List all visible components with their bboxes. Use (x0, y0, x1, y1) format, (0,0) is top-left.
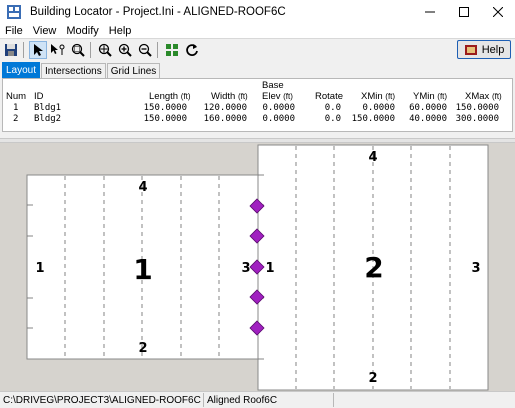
layout-drawing[interactable]: 1 4 2 1 3 2 4 2 1 3 (0, 143, 515, 391)
minimize-button[interactable] (413, 0, 447, 24)
status-view: Aligned Roof6C (204, 393, 334, 407)
title-bar: Building Locator - Project.Ini - ALIGNED… (0, 0, 515, 24)
menu-modify[interactable]: Modify (61, 25, 103, 37)
cell-length[interactable]: 150.0000 (133, 103, 187, 113)
building-2[interactable]: 2 4 2 1 3 (257, 144, 489, 391)
cell-length[interactable]: 150.0000 (133, 114, 187, 124)
building-2-side-left: 1 (265, 261, 274, 276)
cell-elev[interactable]: 0.0000 (255, 114, 295, 124)
building-2-label: 2 (364, 251, 383, 284)
menu-file[interactable]: File (0, 25, 28, 37)
building-table: Num ID Length (ft) Width (ft) Base Elev … (2, 78, 513, 132)
close-icon (493, 7, 503, 17)
maximize-icon (459, 7, 469, 17)
cell-num: 1 (13, 103, 19, 113)
move-pointer-icon (51, 43, 65, 55)
grid-icon (166, 43, 178, 56)
building-1-side-top: 4 (138, 180, 147, 195)
tab-intersections[interactable]: Intersections (41, 63, 106, 78)
header-num: Num (6, 91, 27, 102)
move-tool-button[interactable] (49, 41, 67, 59)
header-xmin: XMin (ft) (361, 91, 396, 102)
building-2-side-right: 3 (471, 261, 480, 276)
menu-bar: File View Modify Help (0, 24, 515, 38)
pan-icon (98, 43, 112, 57)
zoom-out-button[interactable] (136, 41, 154, 59)
zoom-window-icon (71, 43, 85, 57)
app-icon (7, 5, 21, 19)
header-xmax: XMax (ft) (465, 91, 502, 102)
help-label: Help (481, 43, 505, 56)
header-width: Width (ft) (211, 91, 248, 102)
pan-button[interactable] (96, 41, 114, 59)
cell-xmax[interactable]: 150.0000 (449, 103, 499, 113)
toolbar-separator (157, 41, 158, 58)
toolbar-separator (23, 41, 24, 58)
cell-xmax[interactable]: 300.0000 (449, 114, 499, 124)
book-icon (464, 44, 477, 55)
save-icon (5, 43, 17, 56)
zoom-window-button[interactable] (69, 41, 87, 59)
cell-xmin[interactable]: 150.0000 (343, 114, 395, 124)
status-bar: C:\DRIVEG\PROJECT3\ALIGNED-ROOF6C Aligne… (0, 391, 515, 408)
zoom-in-button[interactable] (116, 41, 134, 59)
cell-elev[interactable]: 0.0000 (255, 103, 295, 113)
select-tool-button[interactable] (29, 40, 47, 59)
building-2-side-bottom: 2 (368, 371, 377, 386)
zoom-out-icon (138, 43, 152, 57)
cell-rotate[interactable]: 0.0 (313, 103, 341, 113)
building-1-side-right: 3 (241, 261, 250, 276)
tab-layout[interactable]: Layout (2, 62, 41, 78)
building-1[interactable]: 1 4 2 1 3 (26, 174, 259, 360)
building-2-side-top: 4 (368, 150, 377, 165)
cell-id[interactable]: Bldg1 (34, 103, 61, 113)
cell-xmin[interactable]: 0.0000 (343, 103, 395, 113)
help-button[interactable]: Help (457, 40, 511, 59)
window-title: Building Locator - Project.Ini - ALIGNED… (30, 6, 286, 18)
menu-help[interactable]: Help (104, 25, 137, 37)
tab-strip: Layout Intersections Grid Lines (0, 61, 515, 78)
tab-grid-lines[interactable]: Grid Lines (106, 63, 161, 78)
header-base: Base (262, 80, 284, 91)
cell-rotate[interactable]: 0.0 (313, 114, 341, 124)
cell-ymin[interactable]: 40.0000 (395, 114, 447, 124)
cell-ymin[interactable]: 60.0000 (395, 103, 447, 113)
minimize-icon (425, 11, 435, 13)
header-rotate: Rotate (315, 91, 343, 102)
building-1-side-left: 1 (35, 261, 44, 276)
cell-num: 2 (13, 114, 19, 124)
header-ymin: YMin (ft) (413, 91, 448, 102)
drawing-canvas[interactable]: 1 4 2 1 3 2 4 2 1 3 (0, 143, 515, 391)
save-button[interactable] (2, 41, 20, 59)
cell-id[interactable]: Bldg2 (34, 114, 61, 124)
close-button[interactable] (481, 0, 515, 24)
building-1-label: 1 (133, 253, 152, 286)
building-1-side-bottom: 2 (138, 341, 147, 356)
status-path: C:\DRIVEG\PROJECT3\ALIGNED-ROOF6C (0, 393, 204, 407)
menu-view[interactable]: View (28, 25, 62, 37)
cell-width[interactable]: 120.0000 (193, 103, 247, 113)
toolbar-separator (90, 41, 91, 58)
header-elev: Elev (ft) (262, 91, 293, 102)
arrow-pointer-icon (34, 43, 43, 56)
grid-button[interactable] (163, 41, 181, 59)
status-empty (334, 393, 515, 407)
cell-width[interactable]: 160.0000 (193, 114, 247, 124)
toolbar: Help (0, 38, 515, 60)
header-id: ID (34, 91, 44, 102)
zoom-in-icon (118, 43, 132, 57)
refresh-button[interactable] (183, 41, 201, 59)
header-length: Length (ft) (149, 91, 191, 102)
maximize-button[interactable] (447, 0, 481, 24)
refresh-icon (186, 43, 198, 56)
